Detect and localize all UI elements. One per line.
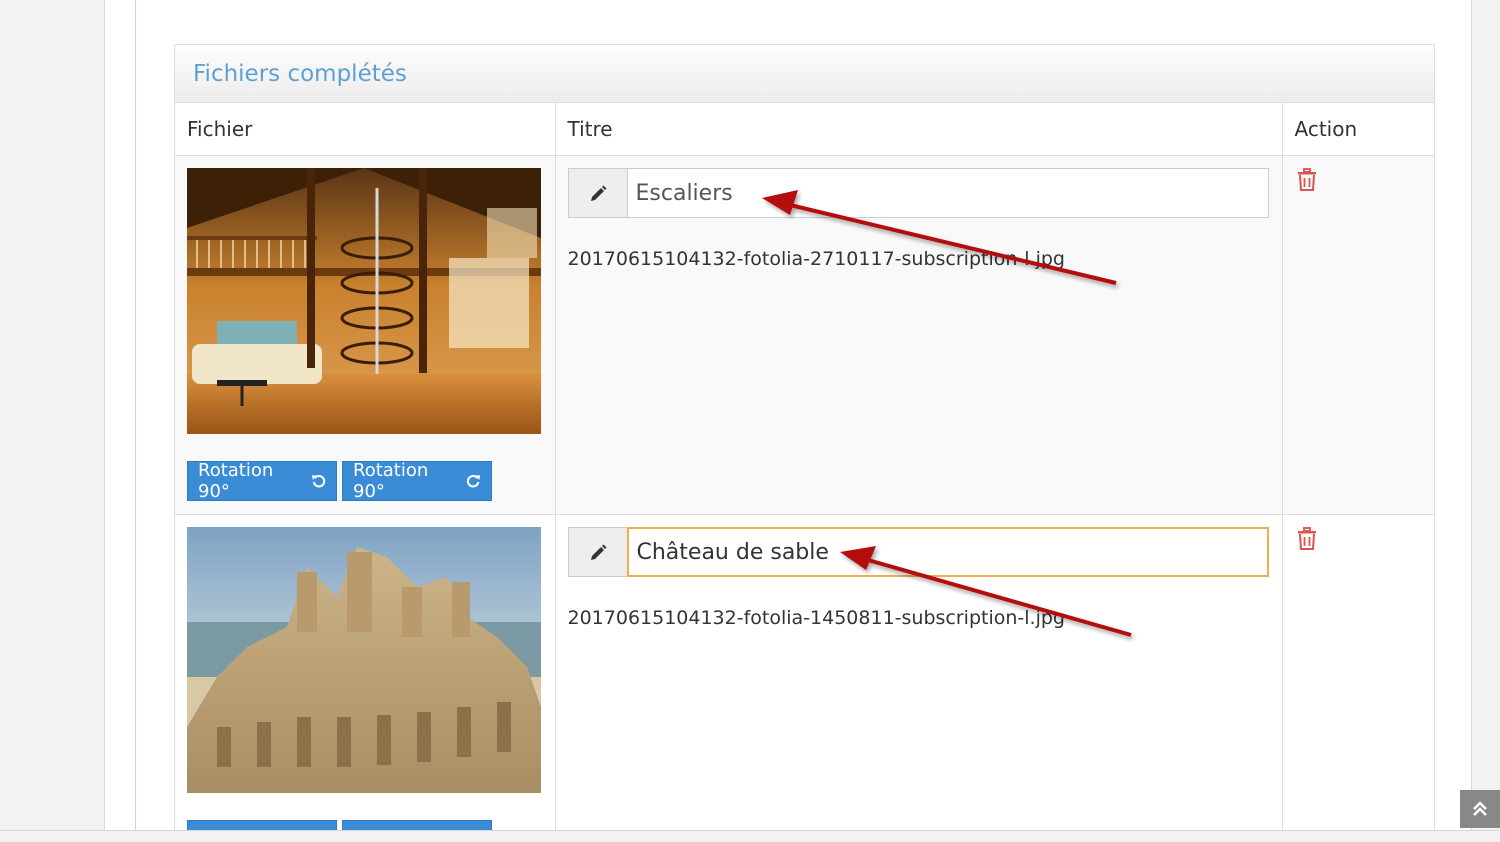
horizontal-scrollbar[interactable] xyxy=(0,830,1500,842)
edit-addon xyxy=(568,527,627,577)
pencil-icon xyxy=(588,542,608,562)
column-header-action: Action xyxy=(1282,103,1434,156)
panel-heading: Fichiers complétés xyxy=(175,45,1434,103)
file-name-text: 20170615104132-fotolia-2710117-subscript… xyxy=(568,248,1270,270)
column-header-title: Titre xyxy=(555,103,1282,156)
title-cell: 20170615104132-fotolia-2710117-subscript… xyxy=(555,156,1282,515)
rotate-left-button[interactable]: Rotation 90° xyxy=(187,461,337,501)
rotate-right-icon xyxy=(466,473,481,489)
table-row: 20170615104132-fotolia-1450811-subscript… xyxy=(175,515,1434,842)
action-cell xyxy=(1282,515,1434,842)
pencil-icon xyxy=(588,183,608,203)
file-cell: Rotation 90° Rotation 90° xyxy=(175,156,555,515)
file-cell xyxy=(175,515,555,842)
scroll-to-top-button[interactable] xyxy=(1460,790,1500,828)
double-chevron-up-icon xyxy=(1471,800,1489,818)
thumbnail-image-sandcastle xyxy=(187,527,541,793)
left-gutter xyxy=(0,0,105,841)
trash-icon[interactable] xyxy=(1296,168,1318,192)
right-border-line xyxy=(1471,0,1472,841)
rotate-left-icon xyxy=(311,473,326,489)
column-header-file: Fichier xyxy=(175,103,555,156)
action-cell xyxy=(1282,156,1434,515)
files-table: Fichier Titre Action xyxy=(175,103,1434,842)
rotate-right-label: Rotation 90° xyxy=(353,460,460,502)
completed-files-panel: Fichiers complétés Fichier Titre Action xyxy=(174,44,1435,842)
thumbnail-image-stairs xyxy=(187,168,541,434)
title-cell: 20170615104132-fotolia-1450811-subscript… xyxy=(555,515,1282,842)
title-input-group xyxy=(568,168,1269,218)
trash-icon[interactable] xyxy=(1296,527,1318,551)
rotation-buttons: Rotation 90° Rotation 90° xyxy=(187,461,543,501)
rotate-right-button[interactable]: Rotation 90° xyxy=(342,461,492,501)
content-border-line xyxy=(135,0,136,841)
edit-addon xyxy=(568,168,627,218)
title-input[interactable] xyxy=(627,168,1269,218)
rotate-left-label: Rotation 90° xyxy=(198,460,305,502)
table-header-row: Fichier Titre Action xyxy=(175,103,1434,156)
title-input-group xyxy=(568,527,1269,577)
panel-title: Fichiers complétés xyxy=(193,61,407,87)
table-row: Rotation 90° Rotation 90° xyxy=(175,156,1434,515)
file-name-text: 20170615104132-fotolia-1450811-subscript… xyxy=(568,607,1270,629)
title-input[interactable] xyxy=(627,527,1269,577)
